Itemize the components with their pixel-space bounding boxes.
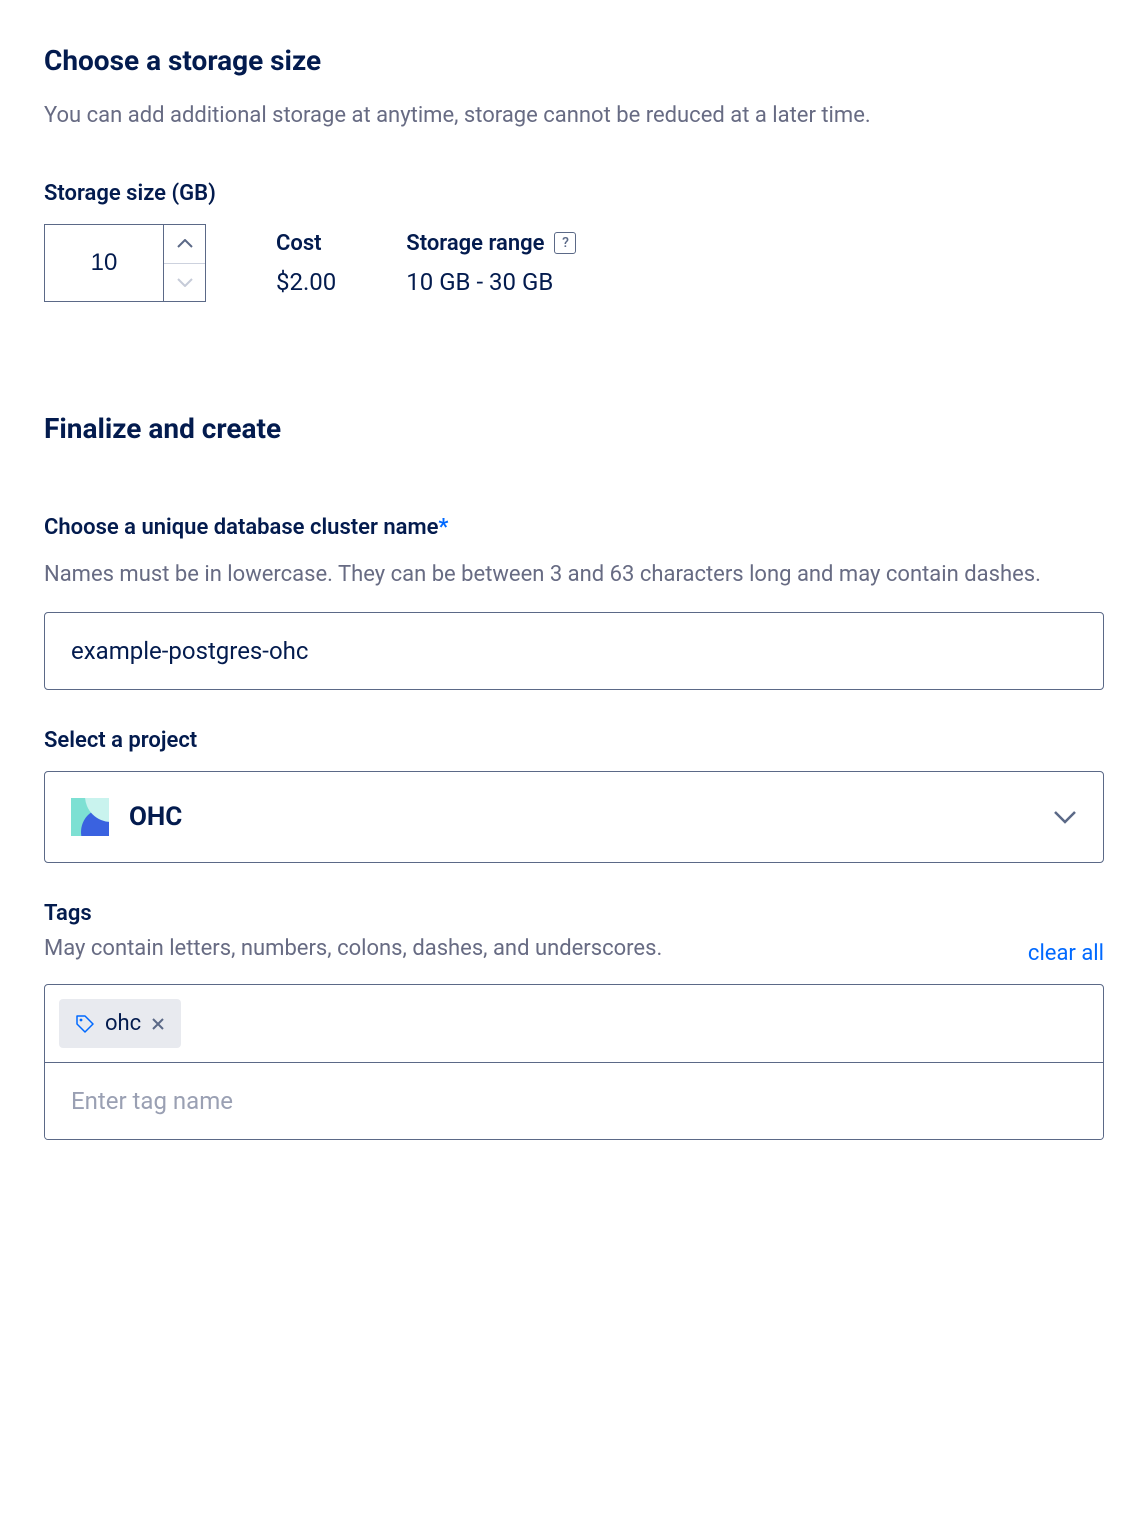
tags-pills-area[interactable]: ohc <box>45 985 1103 1063</box>
tag-pill: ohc <box>59 999 181 1048</box>
cluster-name-label: Choose a unique database cluster name* <box>44 515 1104 540</box>
project-selected-label: OHC <box>129 802 182 832</box>
required-indicator: * <box>438 515 448 540</box>
storage-size-input[interactable] <box>45 225 163 301</box>
storage-size-stepper <box>44 224 206 302</box>
cluster-name-label-text: Choose a unique database cluster name <box>44 515 438 540</box>
project-icon <box>71 798 109 836</box>
stepper-buttons <box>163 225 205 301</box>
clear-all-tags-button[interactable]: clear all <box>1028 941 1104 966</box>
cluster-name-desc: Names must be in lowercase. They can be … <box>44 558 1104 592</box>
storage-range-label-text: Storage range <box>406 231 544 256</box>
storage-range-column: Storage range ? 10 GB - 30 GB <box>406 231 576 296</box>
cost-label: Cost <box>276 231 336 256</box>
tags-label: Tags <box>44 901 1028 926</box>
storage-controls-row: Cost $2.00 Storage range ? 10 GB - 30 GB <box>44 224 1104 302</box>
project-group: Select a project OHC <box>44 728 1104 863</box>
storage-description: You can add additional storage at anytim… <box>44 99 924 133</box>
tags-header: Tags May contain letters, numbers, colon… <box>44 901 1104 966</box>
cluster-name-group: Choose a unique database cluster name* N… <box>44 515 1104 690</box>
cluster-name-input[interactable] <box>44 612 1104 690</box>
storage-range-value: 10 GB - 30 GB <box>406 268 576 296</box>
cost-value: $2.00 <box>276 268 336 296</box>
project-label: Select a project <box>44 728 1104 753</box>
stepper-decrement-button[interactable] <box>164 264 205 302</box>
project-select-left: OHC <box>71 798 182 836</box>
tag-label: ohc <box>105 1011 141 1036</box>
tags-input-row <box>45 1063 1103 1139</box>
project-select[interactable]: OHC <box>44 771 1104 863</box>
chevron-up-icon <box>177 239 193 249</box>
stepper-increment-button[interactable] <box>164 225 205 264</box>
storage-size-label: Storage size (GB) <box>44 181 1104 206</box>
storage-range-label: Storage range ? <box>406 231 576 256</box>
storage-heading: Choose a storage size <box>44 44 1104 77</box>
help-icon[interactable]: ? <box>554 232 576 254</box>
cost-column: Cost $2.00 <box>276 231 336 296</box>
chevron-down-icon <box>1053 810 1077 824</box>
tags-desc: May contain letters, numbers, colons, da… <box>44 932 1028 966</box>
finalize-heading: Finalize and create <box>44 412 1104 445</box>
tag-icon <box>75 1014 95 1034</box>
tag-remove-button[interactable] <box>151 1017 165 1031</box>
tags-group: Tags May contain letters, numbers, colon… <box>44 901 1104 1140</box>
chevron-down-icon <box>177 277 193 287</box>
tags-box: ohc <box>44 984 1104 1140</box>
close-icon <box>151 1017 165 1031</box>
tag-name-input[interactable] <box>45 1063 1103 1139</box>
